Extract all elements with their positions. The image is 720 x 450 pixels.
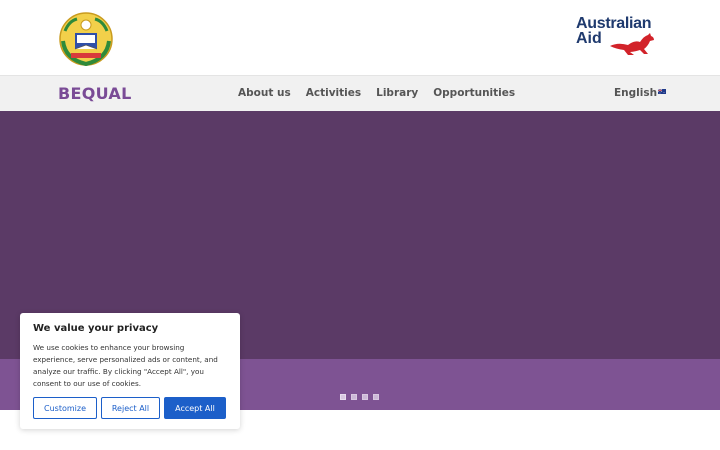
government-seal-icon[interactable]: [57, 11, 115, 67]
primary-nav: About us Activities Library Opportunitie…: [238, 87, 515, 99]
cookie-actions: Customize Reject All Accept All: [33, 397, 226, 419]
customize-button[interactable]: Customize: [33, 397, 97, 419]
cookie-title: We value your privacy: [33, 323, 159, 334]
australia-flag-icon: [658, 88, 667, 94]
language-switcher[interactable]: English: [614, 87, 667, 99]
australian-aid-logo[interactable]: Australian Aid: [576, 16, 662, 56]
nav-item-about-us[interactable]: About us: [238, 87, 291, 99]
carousel-dot-3[interactable]: [362, 394, 368, 400]
language-label: English: [614, 87, 658, 99]
brand-logo[interactable]: BEQUAL: [58, 84, 132, 103]
main-navbar: BEQUAL About us Activities Library Oppor…: [0, 75, 720, 111]
carousel-pagination: [340, 394, 379, 400]
carousel-dot-2[interactable]: [351, 394, 357, 400]
nav-item-opportunities[interactable]: Opportunities: [433, 87, 515, 99]
carousel-dot-4[interactable]: [373, 394, 379, 400]
australian-aid-line1: Australian: [576, 15, 652, 32]
nav-item-activities[interactable]: Activities: [306, 87, 361, 99]
page: Australian Aid BEQUAL About us Activitie…: [0, 0, 720, 450]
top-header: Australian Aid: [0, 0, 720, 75]
kangaroo-icon: [610, 33, 654, 55]
cookie-body: We use cookies to enhance your browsing …: [33, 343, 218, 388]
nav-item-library[interactable]: Library: [376, 87, 418, 99]
carousel-dot-1[interactable]: [340, 394, 346, 400]
reject-all-button[interactable]: Reject All: [101, 397, 160, 419]
accept-all-button[interactable]: Accept All: [164, 397, 226, 419]
cookie-consent-dialog: We value your privacy We use cookies to …: [20, 313, 240, 429]
